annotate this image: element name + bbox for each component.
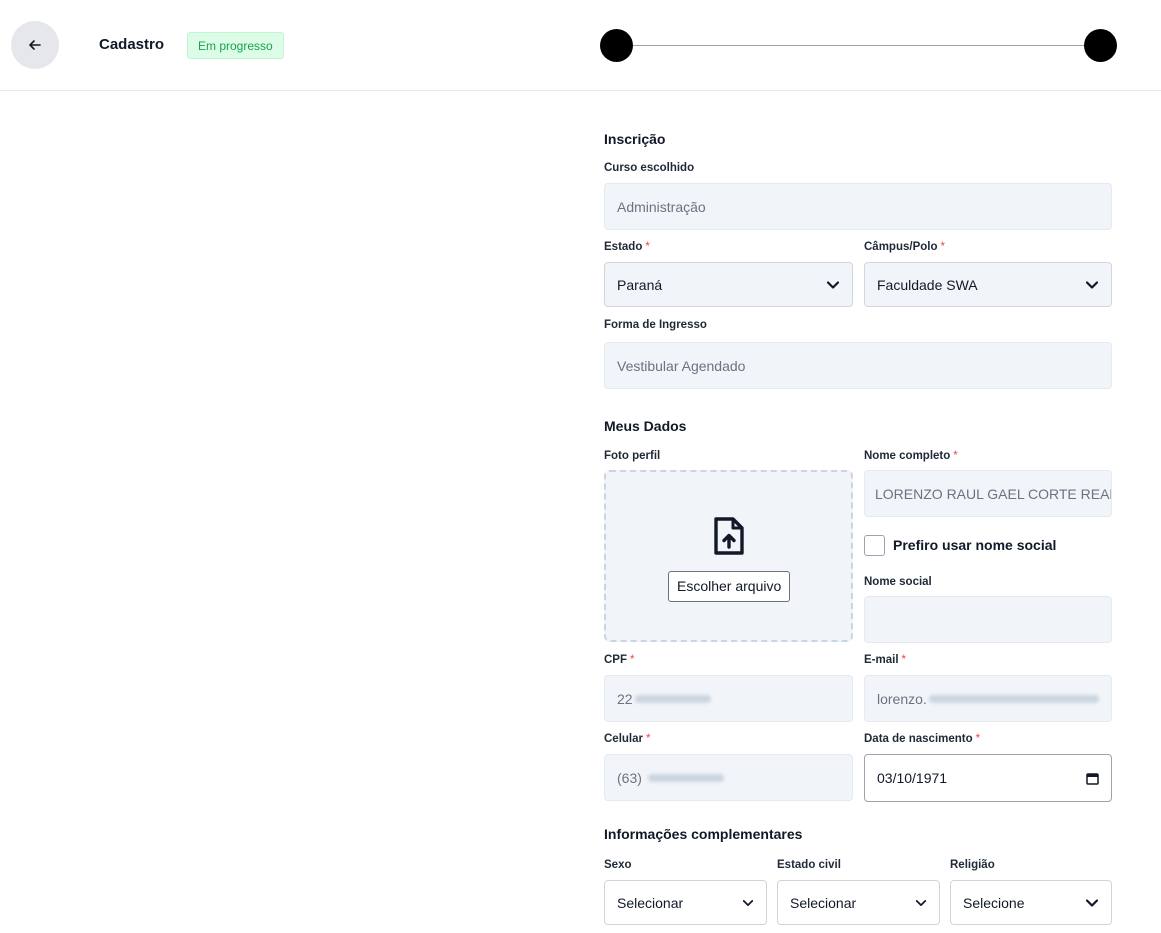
curso-field[interactable]: Administração (604, 183, 1112, 230)
celular-field[interactable]: (63) (604, 754, 853, 801)
religiao-select[interactable]: Selecione (950, 880, 1112, 925)
nome-social-label: Nome social (864, 576, 932, 588)
back-button[interactable] (11, 21, 59, 69)
cpf-label: CPF * (604, 654, 635, 666)
stepper-line (630, 45, 1088, 46)
calendar-icon[interactable] (1086, 772, 1099, 785)
data-nascimento-label: Data de nascimento * (864, 733, 981, 745)
chevron-down-icon (742, 899, 754, 906)
top-header: Cadastro Em progresso (0, 0, 1161, 91)
email-label: E-mail * (864, 654, 906, 666)
campus-value: Faculdade SWA (877, 276, 978, 293)
sexo-select[interactable]: Selecionar (604, 880, 767, 925)
file-upload-icon (714, 517, 744, 555)
chevron-down-icon (915, 899, 927, 906)
cpf-value: 22 (617, 690, 633, 707)
religiao-value: Selecione (963, 894, 1025, 911)
chevron-down-icon (1085, 280, 1099, 289)
photo-upload-dropzone[interactable]: Escolher arquivo (604, 470, 853, 642)
redacted-text (647, 773, 724, 782)
estado-label: Estado * (604, 241, 650, 253)
step-1-dot (600, 29, 633, 62)
chevron-down-icon (826, 280, 840, 289)
status-badge: Em progresso (187, 32, 284, 59)
inscricao-title: Inscrição (604, 131, 666, 147)
forma-ingresso-field[interactable]: Vestibular Agendado (604, 342, 1112, 389)
email-field[interactable]: lorenzo. (864, 675, 1112, 722)
forma-ingresso-label: Forma de Ingresso (604, 319, 707, 331)
page-title: Cadastro (99, 36, 165, 53)
redacted-text (928, 694, 1099, 703)
religiao-label: Religião (950, 859, 995, 871)
celular-value: (63) (617, 769, 642, 786)
campus-select[interactable]: Faculdade SWA (864, 262, 1112, 307)
arrow-left-icon (29, 40, 41, 50)
nome-social-field[interactable] (864, 596, 1112, 643)
estado-value: Paraná (617, 276, 663, 293)
complementares-title: Informações complementares (604, 826, 803, 842)
estado-civil-label: Estado civil (777, 859, 841, 871)
nome-social-checkbox-label[interactable]: Prefiro usar nome social (893, 537, 1056, 553)
curso-label: Curso escolhido (604, 162, 695, 174)
sexo-value: Selecionar (617, 894, 684, 911)
data-nascimento-input[interactable]: 03/10/1971 (864, 754, 1112, 802)
sexo-label: Sexo (604, 859, 632, 871)
step-2-dot (1084, 29, 1117, 62)
nome-completo-field[interactable]: LORENZO RAUL GAEL CORTE REAL (864, 470, 1112, 517)
nome-social-checkbox[interactable] (864, 535, 885, 556)
nome-completo-label: Nome completo * (864, 450, 958, 462)
estado-select[interactable]: Paraná (604, 262, 853, 307)
campus-label: Câmpus/Polo * (864, 241, 945, 253)
chevron-down-icon (1085, 898, 1099, 907)
cpf-field[interactable]: 22 (604, 675, 853, 722)
celular-label: Celular * (604, 733, 651, 745)
estado-civil-select[interactable]: Selecionar (777, 880, 940, 925)
data-nascimento-value: 03/10/1971 (877, 770, 948, 786)
redacted-text (634, 694, 711, 703)
meus-dados-title: Meus Dados (604, 418, 687, 434)
foto-perfil-label: Foto perfil (604, 450, 661, 462)
estado-civil-value: Selecionar (790, 894, 857, 911)
email-value: lorenzo. (877, 690, 927, 707)
choose-file-button[interactable]: Escolher arquivo (668, 571, 791, 602)
